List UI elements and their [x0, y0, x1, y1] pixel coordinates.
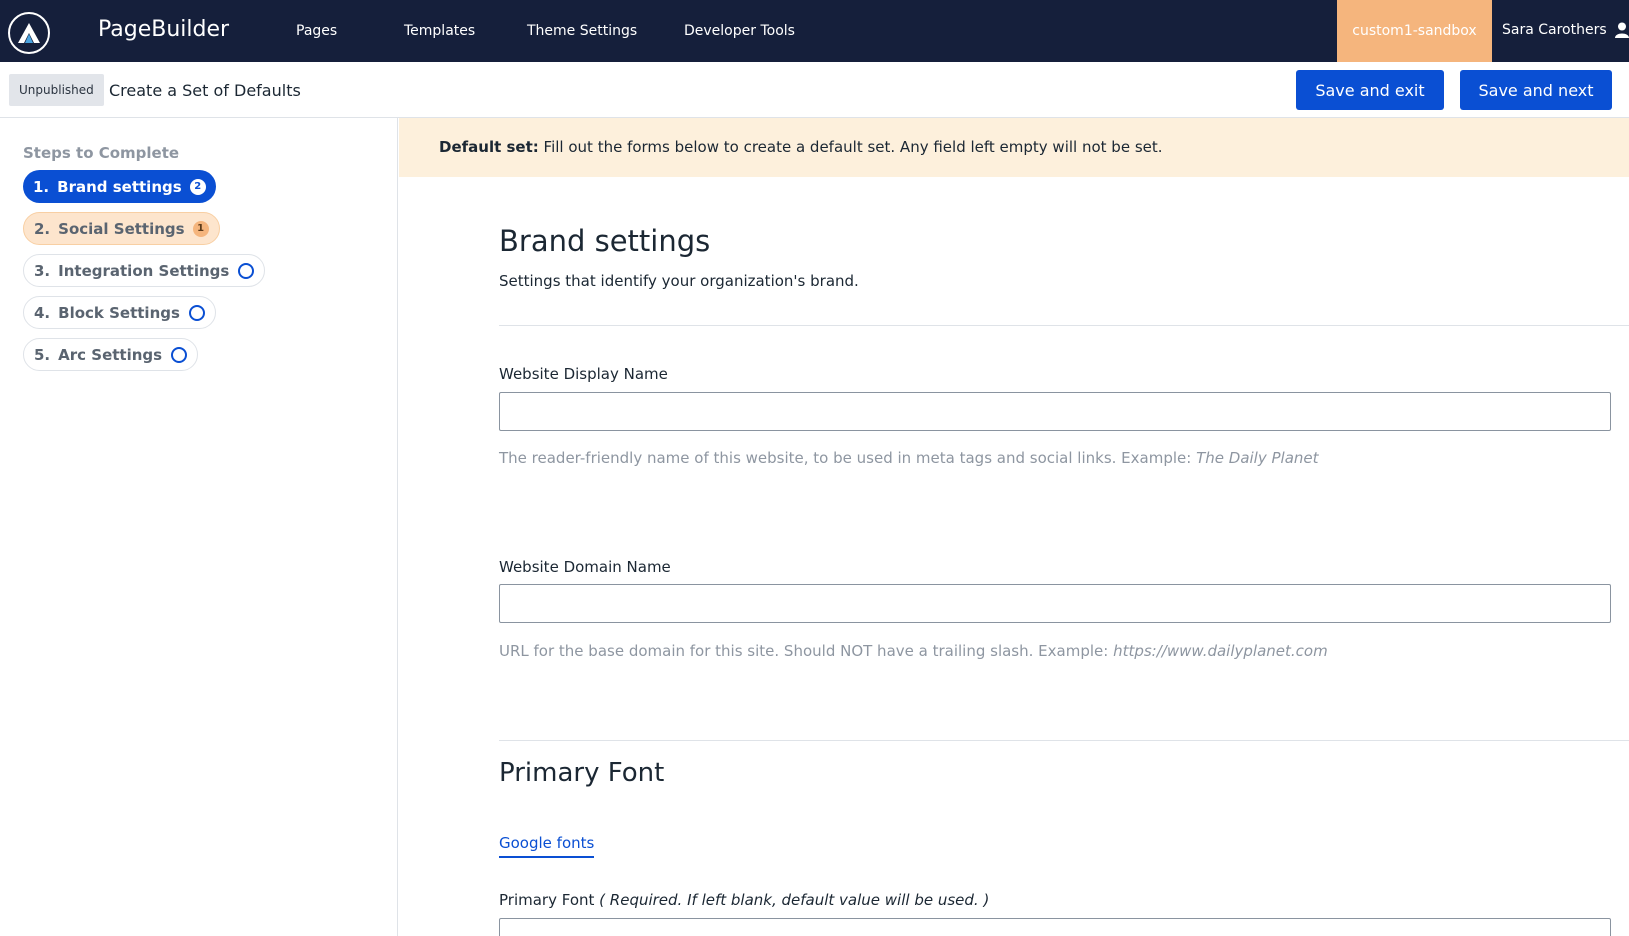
- save-and-exit-button[interactable]: Save and exit: [1296, 70, 1444, 110]
- step-number: 3.: [34, 261, 51, 280]
- primary-font-note: ( Required. If left blank, default value…: [599, 891, 990, 909]
- step-integration-settings[interactable]: 3. Integration Settings: [23, 254, 266, 287]
- help-example: https://www.dailyplanet.com: [1113, 642, 1328, 660]
- website-display-name-label: Website Display Name: [499, 365, 668, 383]
- app-name[interactable]: PageBuilder: [98, 17, 229, 42]
- nav-link-pages[interactable]: Pages: [296, 23, 337, 39]
- step-number: 1.: [33, 177, 50, 196]
- step-block-settings[interactable]: 4. Block Settings: [23, 296, 216, 329]
- default-set-notice: Default set: Fill out the forms below to…: [399, 118, 1629, 177]
- step-count-badge: 1: [192, 220, 209, 237]
- arc-logo-icon[interactable]: [8, 12, 50, 54]
- website-domain-name-help: URL for the base domain for this site. S…: [499, 642, 1328, 660]
- primary-font-input[interactable]: [499, 918, 1611, 936]
- nav-link-templates[interactable]: Templates: [404, 23, 475, 39]
- nav-link-developer-tools[interactable]: Developer Tools: [684, 23, 795, 39]
- step-brand-settings[interactable]: 1. Brand settings 2: [23, 170, 216, 203]
- step-social-settings[interactable]: 2. Social Settings 1: [23, 212, 220, 245]
- section-title-brand: Brand settings: [499, 224, 711, 258]
- primary-font-label: Primary Font ( Required. If left blank, …: [499, 891, 989, 909]
- user-menu[interactable]: Sara Carothers: [1502, 22, 1629, 38]
- status-badge: Unpublished: [9, 74, 104, 106]
- website-display-name-help: The reader-friendly name of this website…: [499, 449, 1319, 467]
- website-domain-name-input[interactable]: [499, 584, 1611, 623]
- steps-title: Steps to Complete: [23, 144, 180, 162]
- step-number: 5.: [34, 345, 51, 364]
- user-icon: [1614, 22, 1629, 38]
- editor-header: Unpublished Create a Set of Defaults Sav…: [0, 62, 1629, 118]
- notice-text: Fill out the forms below to create a def…: [543, 138, 1163, 156]
- nav-link-theme-settings[interactable]: Theme Settings: [527, 23, 637, 39]
- environment-badge[interactable]: custom1-sandbox: [1337, 0, 1492, 62]
- step-number: 2.: [34, 219, 51, 238]
- tab-google-fonts[interactable]: Google fonts: [499, 834, 595, 858]
- divider: [499, 740, 1629, 741]
- primary-font-label-text: Primary Font: [499, 891, 595, 909]
- main-form-area: Default set: Fill out the forms below to…: [399, 118, 1629, 936]
- help-text: The reader-friendly name of this website…: [499, 449, 1192, 467]
- step-arc-settings[interactable]: 5. Arc Settings: [23, 338, 199, 371]
- notice-label: Default set:: [439, 138, 539, 156]
- section-title-primary-font: Primary Font: [499, 758, 665, 788]
- website-domain-name-label: Website Domain Name: [499, 558, 671, 576]
- step-number: 4.: [34, 303, 51, 322]
- divider: [499, 325, 1629, 326]
- step-label: Brand settings: [57, 177, 182, 196]
- step-incomplete-icon: [188, 304, 205, 321]
- step-count-badge: 2: [189, 178, 206, 195]
- user-name: Sara Carothers: [1502, 22, 1607, 38]
- save-and-next-button[interactable]: Save and next: [1460, 70, 1612, 110]
- website-display-name-input[interactable]: [499, 392, 1611, 431]
- step-label: Block Settings: [58, 303, 180, 322]
- top-nav-bar: PageBuilder Pages Templates Theme Settin…: [0, 0, 1629, 62]
- step-label: Social Settings: [58, 219, 185, 238]
- page-title: Create a Set of Defaults: [109, 81, 301, 100]
- step-incomplete-icon: [238, 262, 255, 279]
- step-label: Arc Settings: [58, 345, 163, 364]
- help-example: The Daily Planet: [1196, 449, 1319, 467]
- help-text: URL for the base domain for this site. S…: [499, 642, 1109, 660]
- step-incomplete-icon: [171, 346, 188, 363]
- section-subtitle-brand: Settings that identify your organization…: [499, 272, 859, 290]
- steps-sidebar: Steps to Complete 1. Brand settings 2 2.…: [0, 118, 398, 936]
- step-label: Integration Settings: [58, 261, 230, 280]
